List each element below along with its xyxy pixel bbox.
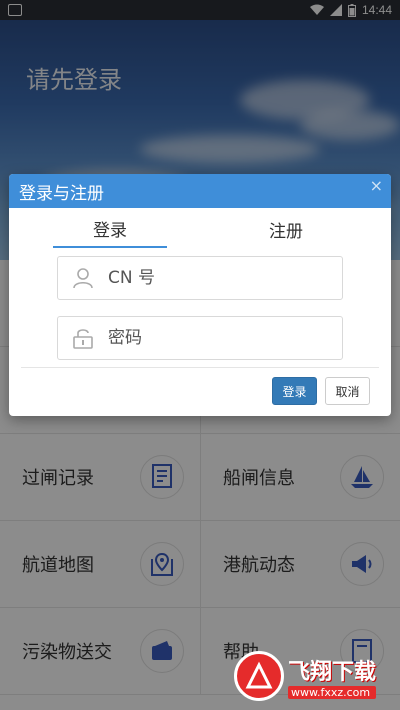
lock-icon <box>70 325 96 351</box>
tab-register[interactable]: 注册 <box>229 210 343 248</box>
login-button[interactable]: 登录 <box>272 377 317 405</box>
tab-login[interactable]: 登录 <box>53 210 167 248</box>
watermark-brand: 飞翔下载 <box>288 659 377 685</box>
cn-number-input[interactable] <box>108 268 328 288</box>
user-icon <box>70 265 96 291</box>
cn-number-field[interactable] <box>57 256 343 300</box>
login-register-dialog: 登录与注册 × 登录 注册 登录 取消 <box>9 174 391 416</box>
dialog-title: 登录与注册 <box>19 183 104 204</box>
watermark: 飞翔下载 www.fxxz.com <box>234 648 394 704</box>
dialog-tabs: 登录 注册 <box>9 210 391 250</box>
watermark-logo <box>234 651 284 701</box>
watermark-site: www.fxxz.com <box>288 685 377 699</box>
password-input[interactable] <box>108 328 328 348</box>
password-field[interactable] <box>57 316 343 360</box>
dialog-divider <box>21 367 379 368</box>
watermark-text: 飞翔下载 www.fxxz.com <box>288 654 377 699</box>
close-icon[interactable]: × <box>370 176 383 195</box>
cancel-button[interactable]: 取消 <box>325 377 370 405</box>
dialog-header: 登录与注册 × <box>9 174 391 208</box>
